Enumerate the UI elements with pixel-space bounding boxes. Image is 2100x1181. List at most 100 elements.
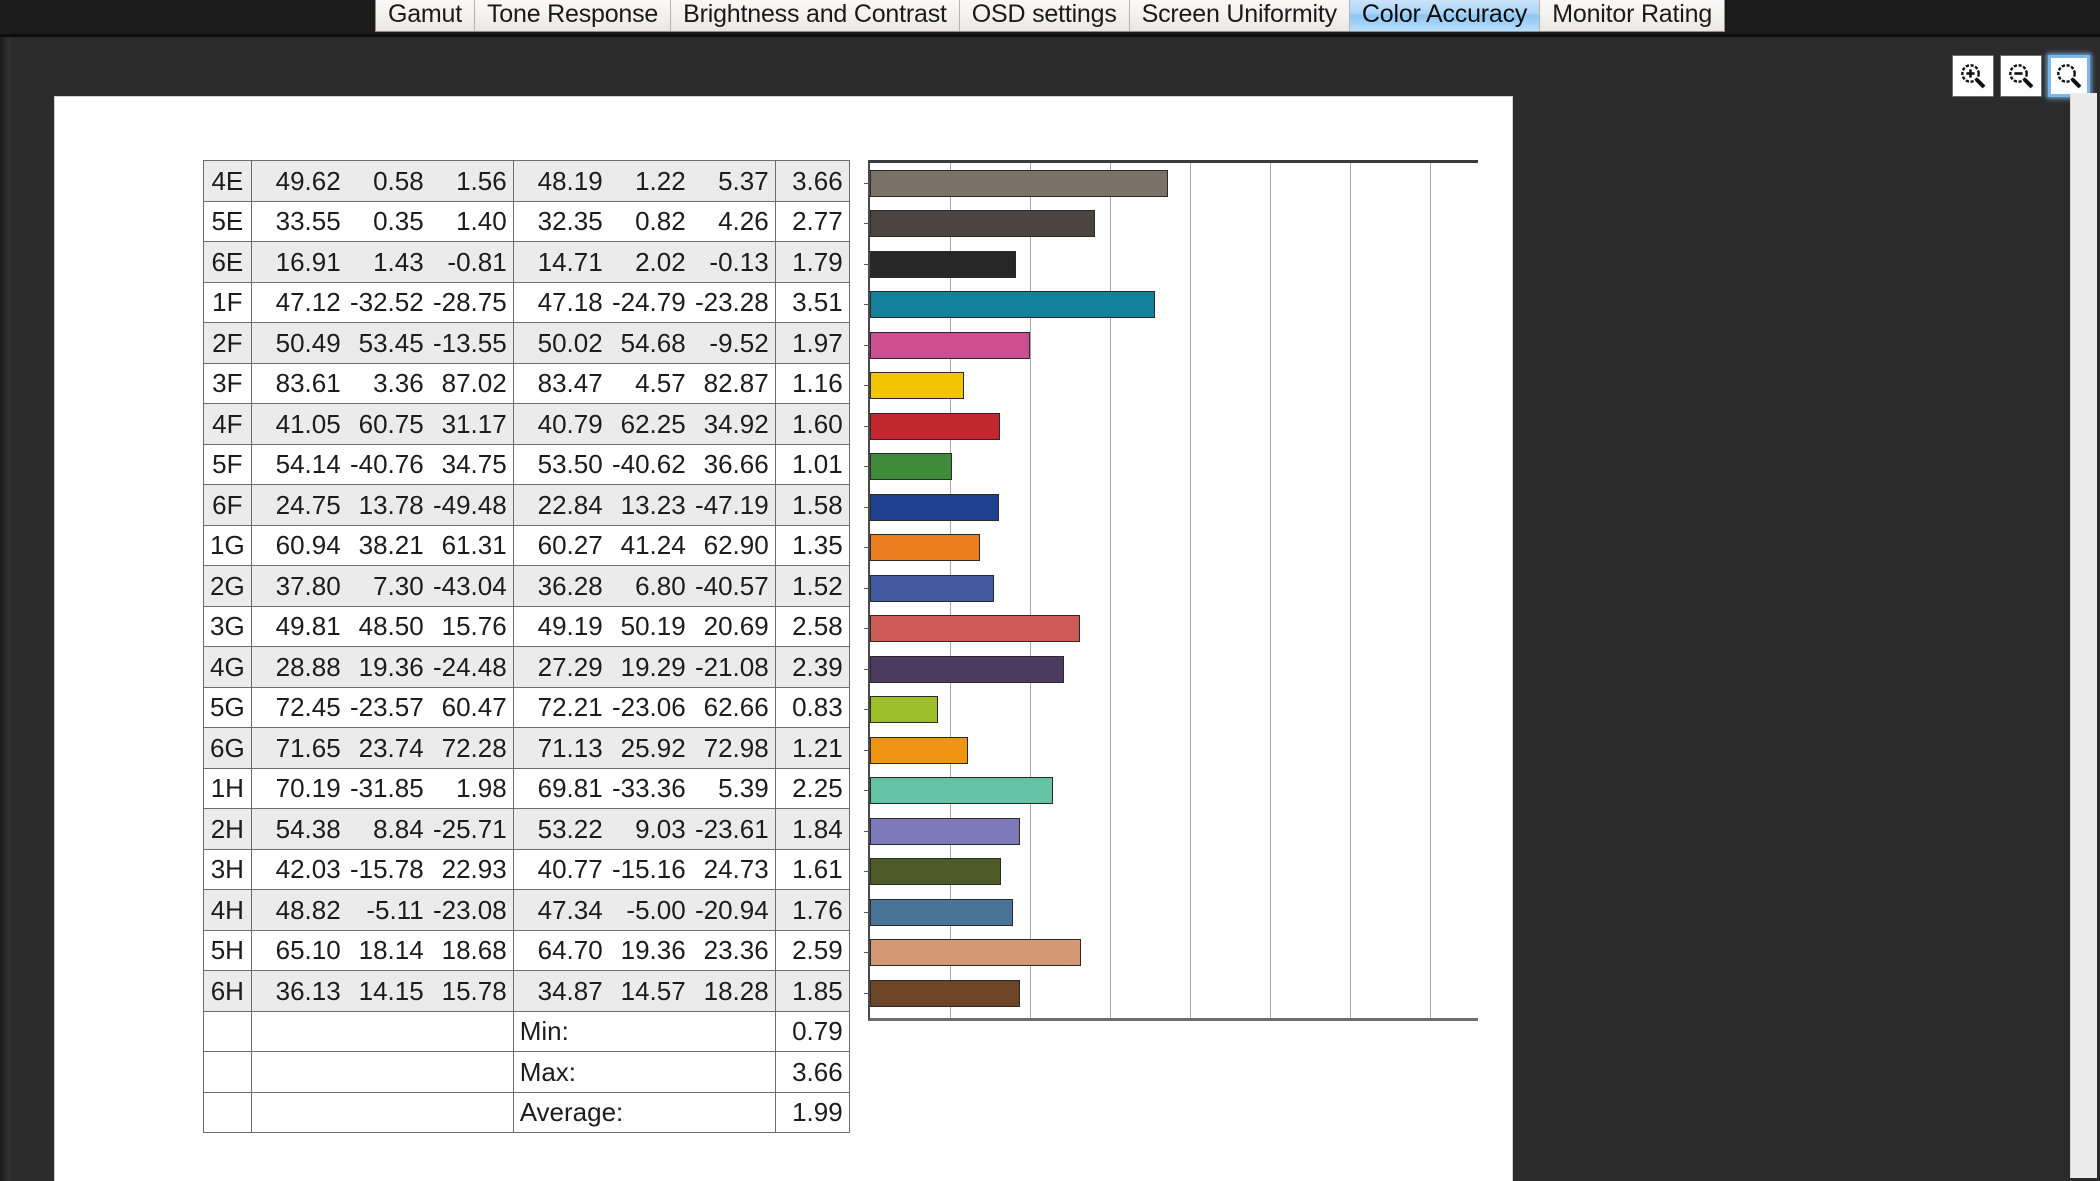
- measured-component: 1.43: [373, 246, 424, 277]
- axis-tick: [864, 466, 870, 468]
- table-row: 2G 37.80 7.30 -43.04 36.28 6.80 -40.57 1.52: [203, 565, 850, 607]
- measured-component: -24.48: [432, 651, 507, 682]
- measured-component: 87.02: [441, 368, 507, 399]
- table-row: 4F 41.05 60.75 31.17 40.79 62.25 34.92 1.60: [203, 403, 850, 445]
- measured-component: 24.75: [275, 489, 341, 520]
- table-row: 3H 42.03 -15.78 22.93 40.77 -15.16 24.73 1.61: [203, 848, 850, 890]
- chart-bar-5G: [870, 696, 938, 724]
- vertical-scrollbar[interactable]: [2070, 93, 2097, 1178]
- summary-value-min: 0.79: [774, 1010, 850, 1052]
- axis-tick: [864, 587, 870, 589]
- reference-component: 47.34: [537, 894, 603, 925]
- chart-bar-row: [864, 933, 1480, 974]
- axis-tick: [864, 911, 870, 913]
- table-row: 4H 48.82 -5.11 -23.08 47.34 -5.00 -20.94 1.76: [203, 889, 850, 931]
- measured-component: 53.45: [358, 327, 424, 358]
- axis-tick: [864, 425, 870, 427]
- reference-cell: 60.27 41.24 62.90: [512, 524, 776, 566]
- table-row: 4G 28.88 19.36 -24.48 27.29 19.29 -21.08 2.39: [203, 646, 850, 688]
- measured-component: 42.03: [275, 854, 341, 885]
- chart-bar-5E: [870, 210, 1096, 238]
- measured-component: 48.50: [358, 611, 424, 642]
- chart-bar-4F: [870, 412, 1001, 440]
- patch-label-cell: 2H: [203, 808, 252, 850]
- reference-component: 36.28: [537, 570, 603, 601]
- measured-component: 65.10: [275, 935, 341, 966]
- table-row: 5H 65.10 18.14 18.68 64.70 19.36 23.36 2.59: [203, 929, 850, 971]
- tab-tone-response[interactable]: Tone Response: [475, 0, 672, 31]
- measured-component: 36.13: [275, 975, 341, 1006]
- chart-bar-3H: [870, 858, 1001, 886]
- chart-bar-row: [864, 892, 1480, 933]
- summary-label-max: Max:: [512, 1051, 776, 1093]
- reference-component: 40.79: [537, 408, 603, 439]
- axis-tick: [864, 344, 870, 346]
- reference-component: 83.47: [537, 368, 603, 399]
- measured-cell: 37.80 7.30 -43.04: [250, 565, 514, 607]
- reference-component: 22.84: [537, 489, 603, 520]
- summary-blank-cell: [250, 1051, 514, 1093]
- zoom-out-icon: [2009, 64, 2034, 89]
- reference-component: 71.13: [537, 732, 603, 763]
- measured-cell: 70.19 -31.85 1.98: [250, 767, 514, 809]
- reference-component: 19.36: [620, 935, 686, 966]
- tab-brightness-and-contrast[interactable]: Brightness and Contrast: [671, 0, 960, 31]
- reference-cell: 72.21 -23.06 62.66: [512, 686, 776, 728]
- scrollbar-thumb[interactable]: [2071, 93, 2097, 1178]
- reference-component: 60.27: [537, 530, 603, 561]
- measured-component: 60.94: [275, 530, 341, 561]
- chart-bar-4E: [870, 169, 1168, 197]
- reference-component: -23.61: [694, 813, 769, 844]
- reference-component: 62.66: [703, 692, 769, 723]
- measured-component: 83.61: [275, 368, 341, 399]
- patch-label-cell: 2G: [203, 565, 252, 607]
- delta-e-cell: 3.51: [774, 281, 850, 323]
- measured-component: 1.56: [456, 165, 507, 196]
- tab-screen-uniformity[interactable]: Screen Uniformity: [1129, 0, 1350, 31]
- zoom-fit-button[interactable]: [2048, 55, 2090, 97]
- measured-cell: 60.94 38.21 61.31: [250, 524, 514, 566]
- measured-component: 28.88: [275, 651, 341, 682]
- summary-row-max: Max: 3.66: [203, 1051, 850, 1093]
- table-row: 5F 54.14 -40.76 34.75 53.50 -40.62 36.66 1.01: [203, 443, 850, 485]
- measured-cell: 54.14 -40.76 34.75: [250, 443, 514, 485]
- chart-bar-3F: [870, 372, 965, 400]
- delta-e-cell: 1.35: [774, 524, 850, 566]
- reference-cell: 14.71 2.02 -0.13: [512, 241, 776, 283]
- measured-cell: 54.38 8.84 -25.71: [250, 808, 514, 850]
- tab-osd-settings[interactable]: OSD settings: [959, 0, 1130, 31]
- chart-bar-row: [864, 325, 1480, 366]
- color-measurement-table: 4E 49.62 0.58 1.56 48.19 1.22 5.37 3.66 5E 33.55 0…: [203, 160, 850, 1133]
- patch-label-cell: 4G: [203, 646, 252, 688]
- reference-cell: 40.77 -15.16 24.73: [512, 848, 776, 890]
- measured-component: 23.74: [358, 732, 424, 763]
- measured-component: -49.48: [432, 489, 507, 520]
- tab-gamut[interactable]: Gamut: [375, 0, 475, 31]
- measured-cell: 49.62 0.58 1.56: [250, 160, 514, 202]
- measured-component: 18.68: [441, 935, 507, 966]
- chart-bar-row: [864, 973, 1480, 1014]
- delta-e-cell: 1.79: [774, 241, 850, 283]
- table-row: 6E 16.91 1.43 -0.81 14.71 2.02 -0.13 1.79: [203, 241, 850, 283]
- tab-monitor-rating[interactable]: Monitor Rating: [1540, 0, 1725, 31]
- zoom-out-button[interactable]: [2000, 55, 2042, 97]
- tab-strip-inner: Gamut Tone Response Brightness and Contras…: [374, 0, 1726, 32]
- chart-bar-row: [864, 852, 1480, 893]
- tab-color-accuracy[interactable]: Color Accuracy: [1349, 0, 1541, 31]
- patch-label-cell: 5G: [203, 686, 252, 728]
- report-page: 4E 49.62 0.58 1.56 48.19 1.22 5.37 3.66 5E 33.55 0…: [55, 97, 1512, 1181]
- measured-component: 15.78: [441, 975, 507, 1006]
- reference-component: -33.36: [611, 773, 686, 804]
- chart-bar-row: [864, 609, 1480, 650]
- summary-label-min: Min:: [512, 1010, 776, 1052]
- chart-bar-5F: [870, 453, 953, 481]
- axis-tick: [864, 385, 870, 387]
- patch-label-cell: 3G: [203, 605, 252, 647]
- delta-e-cell: 2.77: [774, 200, 850, 242]
- measured-component: -40.76: [349, 449, 424, 480]
- table-row: 5E 33.55 0.35 1.40 32.35 0.82 4.26 2.77: [203, 200, 850, 242]
- delta-e-cell: 1.84: [774, 808, 850, 850]
- axis-tick: [864, 668, 870, 670]
- zoom-in-button[interactable]: [1952, 55, 1994, 97]
- measured-cell: 36.13 14.15 15.78: [250, 970, 514, 1012]
